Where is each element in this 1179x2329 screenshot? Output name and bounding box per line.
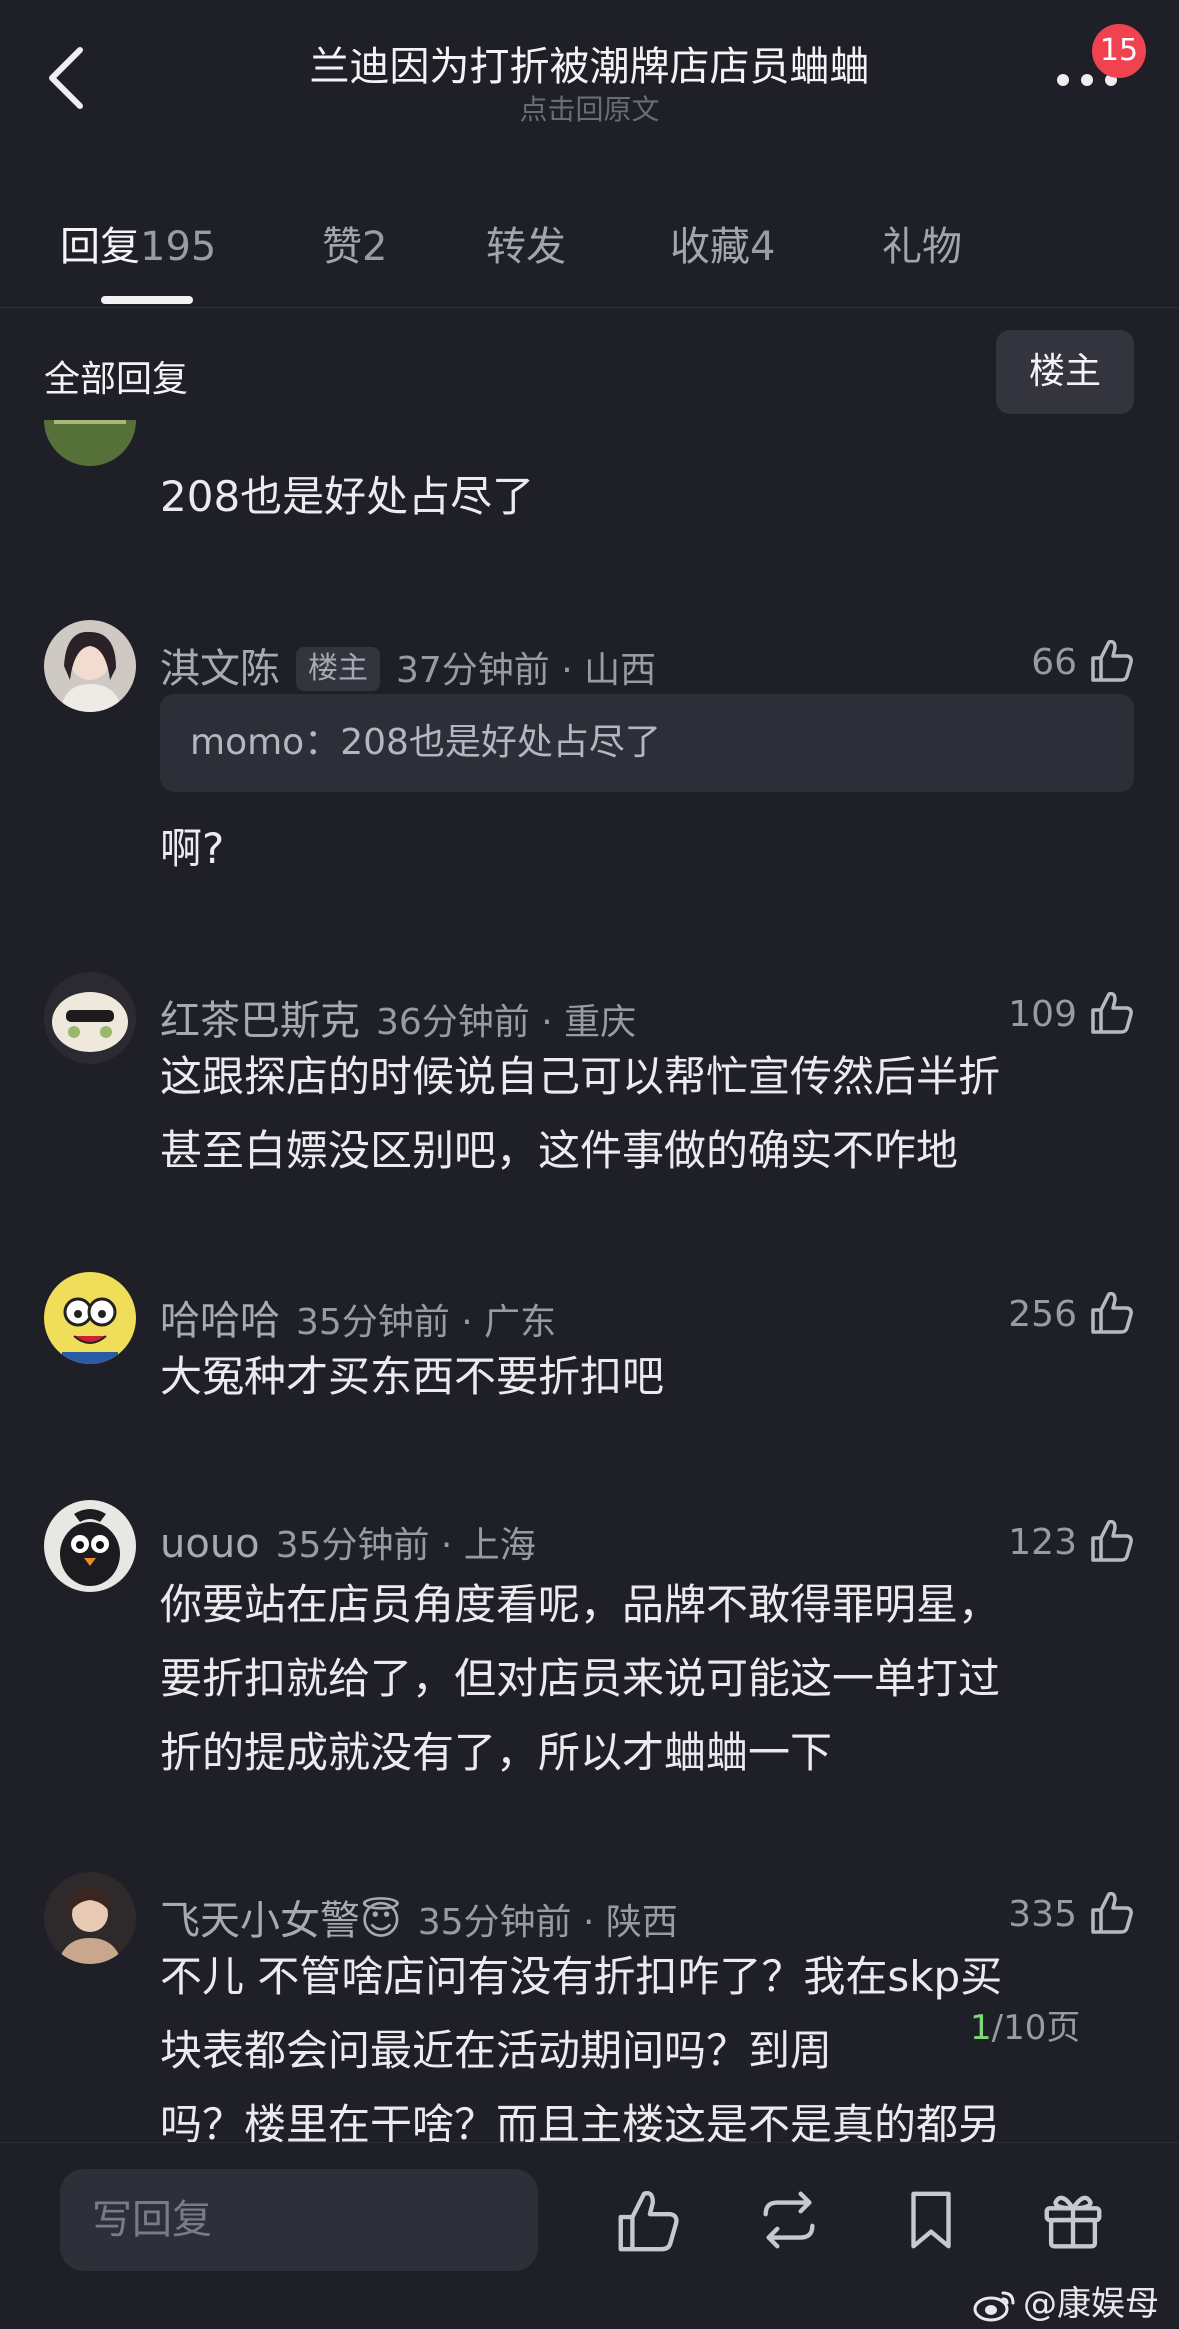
timestamp-location: 35分钟前 · 陕西 (417, 1902, 678, 1943)
avatar[interactable] (44, 1272, 136, 1364)
tab-count: 2 (362, 224, 388, 270)
tab-replies[interactable]: 回复195 (60, 214, 216, 272)
current-page: 1 (970, 2008, 992, 2048)
avatar[interactable] (44, 1500, 136, 1592)
tab-label: 礼物 (882, 224, 962, 270)
total-pages: /10页 (991, 2008, 1081, 2048)
repost-icon[interactable] (754, 2185, 824, 2255)
avatar[interactable] (44, 972, 136, 1064)
comment-list[interactable]: 208也是好处占尽了 淇文陈 楼主 37分钟前 · 山西 66 momo：208也是… (0, 420, 1179, 2142)
like-count: 256 (1008, 1294, 1077, 1335)
tab-bar: 回复195 赞2 转发 收藏4 礼物 (0, 200, 1179, 308)
username[interactable]: 飞天小女警😇 (160, 1898, 402, 1944)
tab-reposts[interactable]: 转发 (486, 214, 566, 272)
comment-body: 啊? (160, 824, 225, 873)
comment-body: 大冤种才买东西不要折扣吧 (160, 1352, 665, 1401)
thumb-up-icon (1091, 991, 1133, 1034)
timestamp-location: 37分钟前 · 山西 (396, 650, 657, 691)
tab-label: 转发 (486, 224, 566, 270)
comment-meta: 哈哈哈 35分钟前 · 广东 (160, 1288, 556, 1348)
comment-meta: 淇文陈 楼主 37分钟前 · 山西 (160, 636, 656, 696)
active-tab-indicator (101, 296, 193, 304)
top-bar: 兰迪因为打折被潮牌店店员蛐蛐 点击回原文 15 (0, 0, 1179, 160)
tab-likes[interactable]: 赞2 (322, 214, 387, 272)
tab-count: 195 (140, 224, 217, 270)
back-to-original-link[interactable]: 点击回原文 (0, 88, 1179, 128)
weibo-logo-icon (973, 2291, 1015, 2322)
gift-icon[interactable] (1038, 2185, 1108, 2255)
tab-favorites[interactable]: 收藏4 (670, 214, 775, 272)
post-title[interactable]: 兰迪因为打折被潮牌店店员蛐蛐 (0, 34, 1179, 92)
comment-body: 这跟探店的时候说自己可以帮忙宣传然后半折 甚至白嫖没区别吧，这件事做的确实不咋地 (160, 1040, 1140, 1188)
tab-gifts[interactable]: 礼物 (882, 214, 962, 272)
like-count: 123 (1008, 1522, 1077, 1563)
like-button[interactable]: 256 (1008, 1288, 1135, 1348)
thumb-up-icon[interactable] (612, 2185, 682, 2255)
like-button[interactable]: 335 (1008, 1888, 1135, 1948)
quoted-reply[interactable]: momo：208也是好处占尽了 (160, 694, 1134, 792)
comment-line: 这跟探店的时候说自己可以帮忙宣传然后半折 (160, 1052, 1001, 1101)
username[interactable]: 哈哈哈 (160, 1298, 280, 1344)
comment-line: 吗？楼里在干啥？而且主楼这是不是真的都另 (160, 2100, 1001, 2142)
timestamp-location: 35分钟前 · 上海 (275, 1525, 536, 1566)
like-count: 66 (1031, 642, 1077, 683)
tab-label: 收藏 (670, 224, 750, 270)
like-button[interactable]: 109 (1008, 988, 1135, 1048)
filter-row: 全部回复 楼主 (0, 330, 1179, 420)
like-button[interactable]: 66 (1031, 636, 1135, 696)
notification-badge: 15 (1092, 24, 1146, 78)
owner-only-button[interactable]: 楼主 (996, 330, 1134, 414)
like-count: 109 (1008, 994, 1077, 1035)
comment-line: 要折扣就给了，但对店员来说可能这一单打过 (160, 1654, 1001, 1703)
tab-label: 回复 (60, 224, 140, 270)
comment-body: 你要站在店员角度看呢，品牌不敢得罪明星， 要折扣就给了，但对店员来说可能这一单打… (160, 1568, 1140, 1790)
avatar[interactable] (44, 620, 136, 712)
page-indicator[interactable]: 1/10页 (970, 2000, 1080, 2049)
tab-label: 赞 (322, 224, 362, 270)
avatar[interactable] (44, 420, 136, 466)
timestamp-location: 36分钟前 · 重庆 (376, 1002, 637, 1043)
thumb-up-icon (1091, 1891, 1133, 1934)
thumb-up-icon (1091, 1519, 1133, 1562)
username[interactable]: 淇文陈 (160, 646, 280, 692)
comment-line: 甚至白嫖没区别吧，这件事做的确实不咋地 (160, 1126, 959, 1175)
thumb-up-icon (1091, 639, 1133, 682)
watermark: @康娱母 (973, 2276, 1159, 2325)
thumb-up-icon (1091, 1291, 1133, 1334)
comment-line: 折的提成就没有了，所以才蛐蛐一下 (160, 1728, 833, 1777)
username[interactable]: uouo (160, 1521, 260, 1567)
comment-meta: uouo 35分钟前 · 上海 (160, 1516, 536, 1576)
username[interactable]: 红茶巴斯克 (160, 998, 360, 1044)
timestamp-location: 35分钟前 · 广东 (296, 1302, 557, 1343)
watermark-text: @康娱母 (1023, 2284, 1159, 2324)
op-tag: 楼主 (296, 647, 380, 691)
comment-line: 你要站在店员角度看呢，品牌不敢得罪明星， (160, 1580, 1001, 1629)
comment-meta: 红茶巴斯克 36分钟前 · 重庆 (160, 988, 636, 1048)
comment-body: 208也是好处占尽了 (160, 472, 535, 521)
comment-meta: 飞天小女警😇 35分钟前 · 陕西 (160, 1888, 678, 1948)
like-button[interactable]: 123 (1008, 1516, 1135, 1576)
avatar[interactable] (44, 1872, 136, 1964)
all-replies-heading: 全部回复 (44, 359, 189, 400)
reply-input[interactable]: 写回复 (60, 2169, 538, 2271)
bookmark-icon[interactable] (896, 2185, 966, 2255)
tab-count: 4 (750, 224, 776, 270)
like-count: 335 (1008, 1894, 1077, 1935)
